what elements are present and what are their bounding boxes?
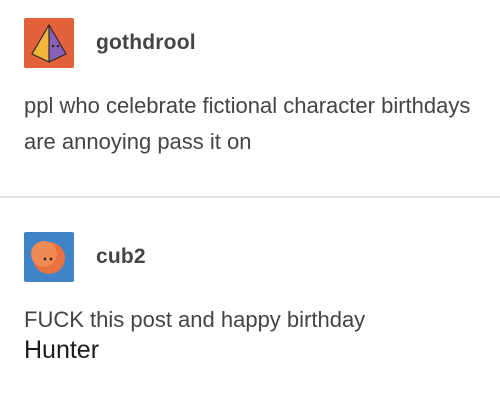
post-body: ppl who celebrate fictional character bi… bbox=[24, 93, 471, 154]
post-header: gothdrool bbox=[24, 18, 196, 68]
username[interactable]: cub2 bbox=[96, 245, 146, 269]
post-header: cub2 bbox=[24, 232, 146, 282]
avatar[interactable] bbox=[24, 18, 74, 68]
post: cub2 FUCK this post and happy birthday bbox=[0, 198, 500, 418]
avatar[interactable] bbox=[24, 232, 74, 282]
pyramid-icon bbox=[24, 18, 74, 68]
post-body: FUCK this post and happy birthday bbox=[24, 307, 366, 332]
username[interactable]: gothdrool bbox=[96, 31, 196, 55]
moon-face-icon bbox=[24, 232, 74, 282]
caption-text: Hunter bbox=[24, 336, 100, 364]
post: gothdrool ppl who celebrate fictional ch… bbox=[0, 0, 500, 196]
